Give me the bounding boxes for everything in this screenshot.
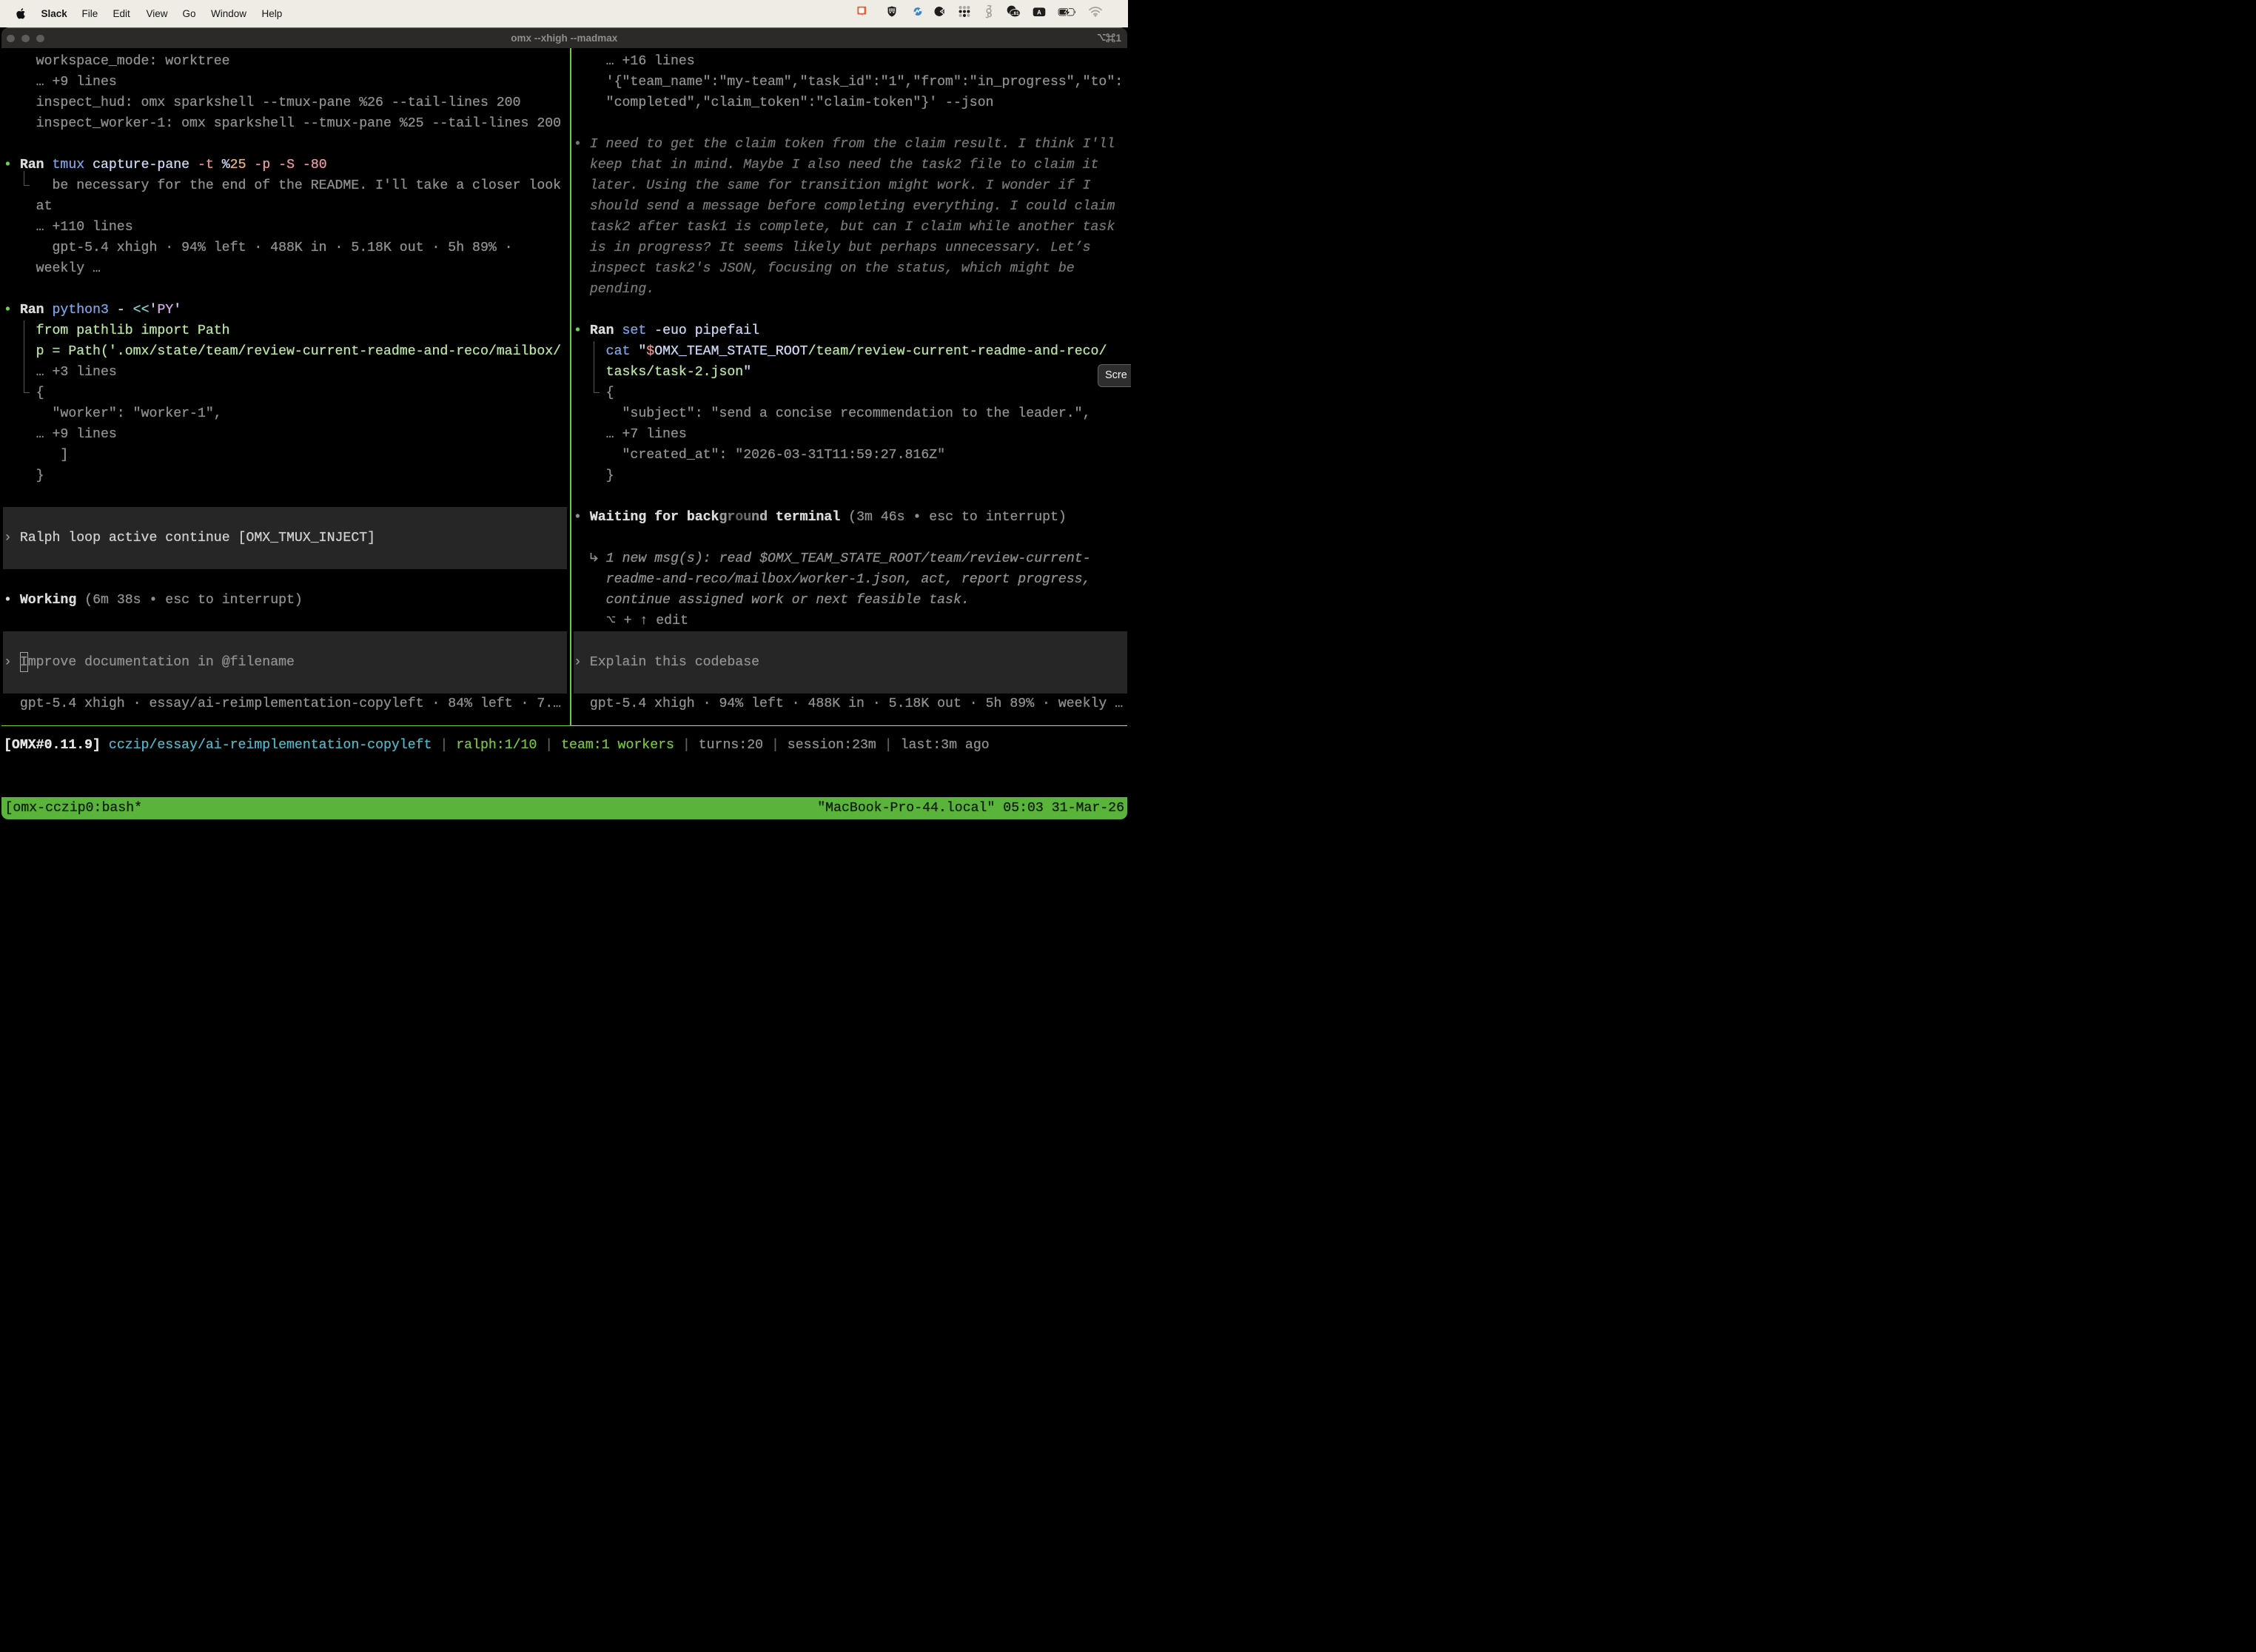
svg-text:..61: ..61 (1011, 11, 1019, 16)
svg-text:A: A (1037, 9, 1041, 16)
